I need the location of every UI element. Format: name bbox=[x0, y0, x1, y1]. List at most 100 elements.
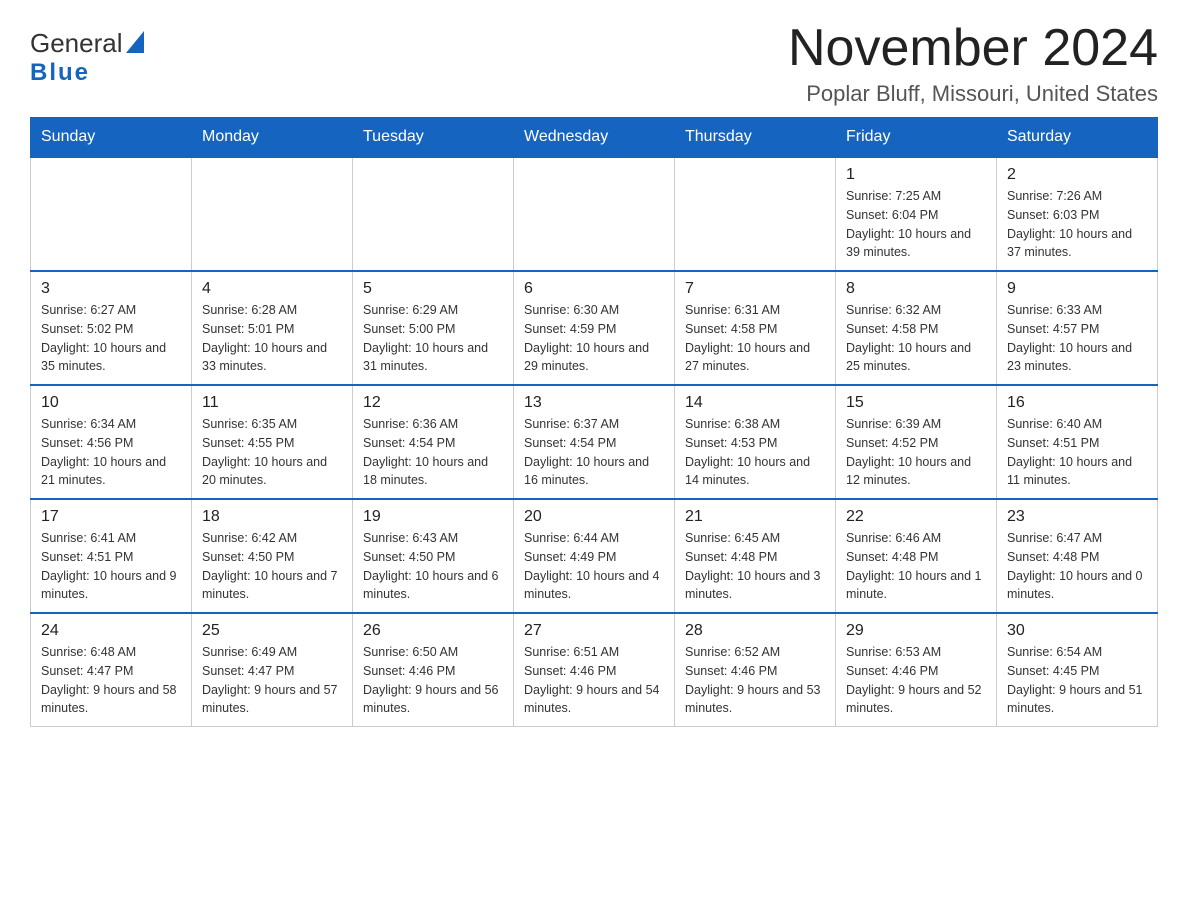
calendar-cell: 25 Sunrise: 6:49 AM Sunset: 4:47 PM Dayli… bbox=[192, 613, 353, 727]
calendar-cell: 10Sunrise: 6:34 AM Sunset: 4:56 PM Dayli… bbox=[31, 385, 192, 499]
day-info: Sunrise: 6:42 AM Sunset: 4:50 PM Dayligh… bbox=[202, 529, 342, 604]
day-info: Sunrise: 6:48 AM Sunset: 4:47 PM Dayligh… bbox=[41, 643, 181, 718]
day-info: Sunrise: 6:49 AM Sunset: 4:47 PM Dayligh… bbox=[202, 643, 342, 718]
day-number: 30 bbox=[1007, 622, 1147, 640]
logo-general-text: General bbox=[30, 28, 123, 59]
day-info: Sunrise: 6:31 AM Sunset: 4:58 PM Dayligh… bbox=[685, 301, 825, 376]
day-number: 11 bbox=[202, 394, 342, 412]
calendar-cell bbox=[514, 157, 675, 271]
header: General Blue November 2024 Poplar Bluff,… bbox=[30, 20, 1158, 107]
day-number: 29 bbox=[846, 622, 986, 640]
day-number: 14 bbox=[685, 394, 825, 412]
calendar-cell: 11 Sunrise: 6:35 AM Sunset: 4:55 PM Dayli… bbox=[192, 385, 353, 499]
calendar-header-row: Sunday Monday Tuesday Wednesday Thursday… bbox=[31, 118, 1158, 158]
col-tuesday: Tuesday bbox=[353, 118, 514, 158]
day-number: 26 bbox=[363, 622, 503, 640]
calendar-cell: 28 Sunrise: 6:52 AM Sunset: 4:46 PM Dayli… bbox=[675, 613, 836, 727]
day-number: 6 bbox=[524, 280, 664, 298]
day-info: Sunrise: 6:37 AM Sunset: 4:54 PM Dayligh… bbox=[524, 415, 664, 490]
page-title: November 2024 bbox=[788, 20, 1158, 77]
calendar-cell: 30 Sunrise: 6:54 AM Sunset: 4:45 PM Dayli… bbox=[997, 613, 1158, 727]
day-info: Sunrise: 6:44 AM Sunset: 4:49 PM Dayligh… bbox=[524, 529, 664, 604]
calendar-cell: 5 Sunrise: 6:29 AM Sunset: 5:00 PM Daylig… bbox=[353, 271, 514, 385]
day-number: 13 bbox=[524, 394, 664, 412]
calendar-cell bbox=[192, 157, 353, 271]
calendar-cell: 4Sunrise: 6:28 AM Sunset: 5:01 PM Daylig… bbox=[192, 271, 353, 385]
calendar-cell: 14 Sunrise: 6:38 AM Sunset: 4:53 PM Dayli… bbox=[675, 385, 836, 499]
day-info: Sunrise: 6:40 AM Sunset: 4:51 PM Dayligh… bbox=[1007, 415, 1147, 490]
day-info: Sunrise: 6:53 AM Sunset: 4:46 PM Dayligh… bbox=[846, 643, 986, 718]
calendar-cell: 29 Sunrise: 6:53 AM Sunset: 4:46 PM Dayli… bbox=[836, 613, 997, 727]
col-saturday: Saturday bbox=[997, 118, 1158, 158]
day-info: Sunrise: 6:36 AM Sunset: 4:54 PM Dayligh… bbox=[363, 415, 503, 490]
day-info: Sunrise: 6:35 AM Sunset: 4:55 PM Dayligh… bbox=[202, 415, 342, 490]
calendar-cell: 13 Sunrise: 6:37 AM Sunset: 4:54 PM Dayli… bbox=[514, 385, 675, 499]
calendar-week-row: 10Sunrise: 6:34 AM Sunset: 4:56 PM Dayli… bbox=[31, 385, 1158, 499]
day-info: Sunrise: 6:52 AM Sunset: 4:46 PM Dayligh… bbox=[685, 643, 825, 718]
day-info: Sunrise: 6:32 AM Sunset: 4:58 PM Dayligh… bbox=[846, 301, 986, 376]
day-number: 17 bbox=[41, 508, 181, 526]
day-number: 4 bbox=[202, 280, 342, 298]
calendar-cell: 9 Sunrise: 6:33 AM Sunset: 4:57 PM Daylig… bbox=[997, 271, 1158, 385]
day-info: Sunrise: 6:51 AM Sunset: 4:46 PM Dayligh… bbox=[524, 643, 664, 718]
day-info: Sunrise: 7:26 AM Sunset: 6:03 PM Dayligh… bbox=[1007, 187, 1147, 262]
calendar-cell: 2 Sunrise: 7:26 AM Sunset: 6:03 PM Daylig… bbox=[997, 157, 1158, 271]
col-wednesday: Wednesday bbox=[514, 118, 675, 158]
day-number: 27 bbox=[524, 622, 664, 640]
day-number: 21 bbox=[685, 508, 825, 526]
day-number: 24 bbox=[41, 622, 181, 640]
day-number: 16 bbox=[1007, 394, 1147, 412]
day-number: 28 bbox=[685, 622, 825, 640]
day-info: Sunrise: 6:43 AM Sunset: 4:50 PM Dayligh… bbox=[363, 529, 503, 604]
calendar-cell: 18Sunrise: 6:42 AM Sunset: 4:50 PM Dayli… bbox=[192, 499, 353, 613]
day-info: Sunrise: 6:33 AM Sunset: 4:57 PM Dayligh… bbox=[1007, 301, 1147, 376]
day-number: 19 bbox=[363, 508, 503, 526]
day-number: 5 bbox=[363, 280, 503, 298]
calendar-cell: 20Sunrise: 6:44 AM Sunset: 4:49 PM Dayli… bbox=[514, 499, 675, 613]
day-number: 1 bbox=[846, 166, 986, 184]
day-info: Sunrise: 6:29 AM Sunset: 5:00 PM Dayligh… bbox=[363, 301, 503, 376]
calendar-week-row: 3Sunrise: 6:27 AM Sunset: 5:02 PM Daylig… bbox=[31, 271, 1158, 385]
day-number: 3 bbox=[41, 280, 181, 298]
calendar-week-row: 1 Sunrise: 7:25 AM Sunset: 6:04 PM Daylig… bbox=[31, 157, 1158, 271]
day-number: 10 bbox=[41, 394, 181, 412]
day-info: Sunrise: 6:30 AM Sunset: 4:59 PM Dayligh… bbox=[524, 301, 664, 376]
day-number: 7 bbox=[685, 280, 825, 298]
logo-blue-text: Blue bbox=[30, 59, 90, 86]
col-thursday: Thursday bbox=[675, 118, 836, 158]
calendar-cell: 27 Sunrise: 6:51 AM Sunset: 4:46 PM Dayli… bbox=[514, 613, 675, 727]
calendar-cell: 8 Sunrise: 6:32 AM Sunset: 4:58 PM Daylig… bbox=[836, 271, 997, 385]
day-info: Sunrise: 6:38 AM Sunset: 4:53 PM Dayligh… bbox=[685, 415, 825, 490]
calendar-cell: 23Sunrise: 6:47 AM Sunset: 4:48 PM Dayli… bbox=[997, 499, 1158, 613]
day-info: Sunrise: 6:46 AM Sunset: 4:48 PM Dayligh… bbox=[846, 529, 986, 604]
day-info: Sunrise: 6:54 AM Sunset: 4:45 PM Dayligh… bbox=[1007, 643, 1147, 718]
calendar-cell: 12 Sunrise: 6:36 AM Sunset: 4:54 PM Dayli… bbox=[353, 385, 514, 499]
calendar-cell: 22 Sunrise: 6:46 AM Sunset: 4:48 PM Dayli… bbox=[836, 499, 997, 613]
day-info: Sunrise: 6:45 AM Sunset: 4:48 PM Dayligh… bbox=[685, 529, 825, 604]
day-info: Sunrise: 6:39 AM Sunset: 4:52 PM Dayligh… bbox=[846, 415, 986, 490]
day-number: 15 bbox=[846, 394, 986, 412]
calendar-cell: 15 Sunrise: 6:39 AM Sunset: 4:52 PM Dayli… bbox=[836, 385, 997, 499]
day-info: Sunrise: 6:50 AM Sunset: 4:46 PM Dayligh… bbox=[363, 643, 503, 718]
day-number: 12 bbox=[363, 394, 503, 412]
day-info: Sunrise: 7:25 AM Sunset: 6:04 PM Dayligh… bbox=[846, 187, 986, 262]
page-subtitle: Poplar Bluff, Missouri, United States bbox=[788, 81, 1158, 107]
calendar-cell: 24 Sunrise: 6:48 AM Sunset: 4:47 PM Dayli… bbox=[31, 613, 192, 727]
calendar-cell: 7 Sunrise: 6:31 AM Sunset: 4:58 PM Daylig… bbox=[675, 271, 836, 385]
day-number: 22 bbox=[846, 508, 986, 526]
calendar-cell bbox=[675, 157, 836, 271]
calendar-week-row: 17Sunrise: 6:41 AM Sunset: 4:51 PM Dayli… bbox=[31, 499, 1158, 613]
col-sunday: Sunday bbox=[31, 118, 192, 158]
calendar-cell: 16 Sunrise: 6:40 AM Sunset: 4:51 PM Dayli… bbox=[997, 385, 1158, 499]
day-number: 23 bbox=[1007, 508, 1147, 526]
calendar-week-row: 24 Sunrise: 6:48 AM Sunset: 4:47 PM Dayli… bbox=[31, 613, 1158, 727]
calendar-cell: 17Sunrise: 6:41 AM Sunset: 4:51 PM Dayli… bbox=[31, 499, 192, 613]
col-monday: Monday bbox=[192, 118, 353, 158]
day-number: 25 bbox=[202, 622, 342, 640]
day-number: 9 bbox=[1007, 280, 1147, 298]
calendar-cell: 1 Sunrise: 7:25 AM Sunset: 6:04 PM Daylig… bbox=[836, 157, 997, 271]
day-number: 8 bbox=[846, 280, 986, 298]
calendar-cell: 26 Sunrise: 6:50 AM Sunset: 4:46 PM Dayli… bbox=[353, 613, 514, 727]
calendar-cell: 21 Sunrise: 6:45 AM Sunset: 4:48 PM Dayli… bbox=[675, 499, 836, 613]
day-number: 2 bbox=[1007, 166, 1147, 184]
